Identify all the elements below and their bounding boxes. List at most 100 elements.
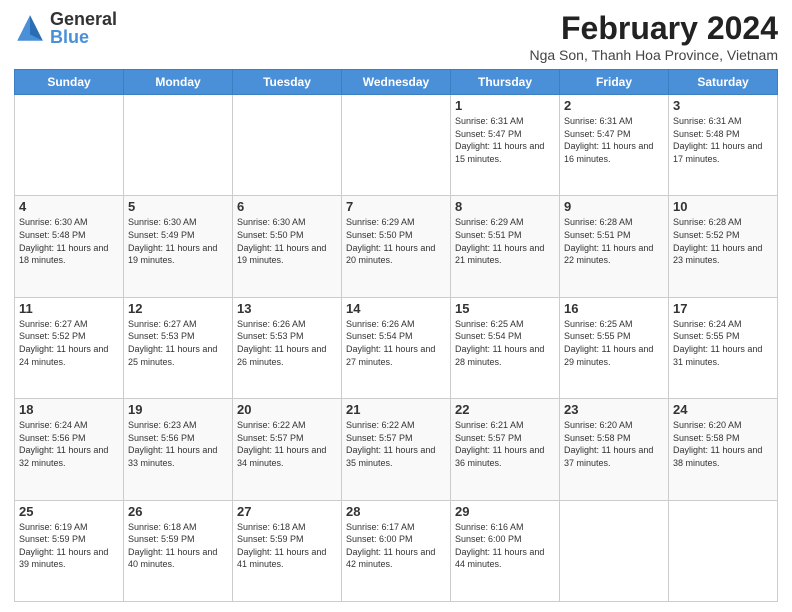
calendar-cell: 17 Sunrise: 6:24 AM Sunset: 5:55 PM Dayli…	[669, 297, 778, 398]
day-info: Sunrise: 6:31 AM Sunset: 5:47 PM Dayligh…	[455, 115, 555, 165]
logo-text: General Blue	[50, 10, 117, 46]
calendar-cell: 3 Sunrise: 6:31 AM Sunset: 5:48 PM Daylig…	[669, 95, 778, 196]
calendar-header-row: SundayMondayTuesdayWednesdayThursdayFrid…	[15, 70, 778, 95]
day-header-thursday: Thursday	[451, 70, 560, 95]
day-info: Sunrise: 6:24 AM Sunset: 5:55 PM Dayligh…	[673, 318, 773, 368]
day-info: Sunrise: 6:26 AM Sunset: 5:54 PM Dayligh…	[346, 318, 446, 368]
day-info: Sunrise: 6:27 AM Sunset: 5:52 PM Dayligh…	[19, 318, 119, 368]
calendar-cell: 5 Sunrise: 6:30 AM Sunset: 5:49 PM Daylig…	[124, 196, 233, 297]
day-info: Sunrise: 6:25 AM Sunset: 5:55 PM Dayligh…	[564, 318, 664, 368]
day-number: 22	[455, 402, 555, 417]
calendar-cell: 16Sunrise: 6:25 AM Sunset: 5:55 PM Dayli…	[560, 297, 669, 398]
day-info: Sunrise: 6:17 AM Sunset: 6:00 PM Dayligh…	[346, 521, 446, 571]
day-number: 5	[128, 199, 228, 214]
calendar-cell	[124, 95, 233, 196]
logo: General Blue	[14, 10, 117, 46]
calendar-cell: 15 Sunrise: 6:25 AM Sunset: 5:54 PM Dayli…	[451, 297, 560, 398]
day-info: Sunrise: 6:22 AM Sunset: 5:57 PM Dayligh…	[237, 419, 337, 469]
day-number: 27	[237, 504, 337, 519]
day-number: 23	[564, 402, 664, 417]
calendar-cell: 1Sunrise: 6:31 AM Sunset: 5:47 PM Daylig…	[451, 95, 560, 196]
calendar-cell: 8Sunrise: 6:29 AM Sunset: 5:51 PM Daylig…	[451, 196, 560, 297]
day-number: 25	[19, 504, 119, 519]
calendar-cell: 29 Sunrise: 6:16 AM Sunset: 6:00 PM Dayli…	[451, 500, 560, 601]
day-number: 15	[455, 301, 555, 316]
day-info: Sunrise: 6:23 AM Sunset: 5:56 PM Dayligh…	[128, 419, 228, 469]
day-info: Sunrise: 6:31 AM Sunset: 5:47 PM Dayligh…	[564, 115, 664, 165]
day-info: Sunrise: 6:30 AM Sunset: 5:50 PM Dayligh…	[237, 216, 337, 266]
day-number: 17	[673, 301, 773, 316]
calendar-cell: 28 Sunrise: 6:17 AM Sunset: 6:00 PM Dayli…	[342, 500, 451, 601]
logo-icon	[14, 12, 46, 44]
location: Nga Son, Thanh Hoa Province, Vietnam	[529, 47, 778, 63]
calendar-cell: 22 Sunrise: 6:21 AM Sunset: 5:57 PM Dayli…	[451, 399, 560, 500]
day-number: 18	[19, 402, 119, 417]
calendar-week-0: 1Sunrise: 6:31 AM Sunset: 5:47 PM Daylig…	[15, 95, 778, 196]
day-number: 19	[128, 402, 228, 417]
day-info: Sunrise: 6:28 AM Sunset: 5:52 PM Dayligh…	[673, 216, 773, 266]
calendar-cell: 26Sunrise: 6:18 AM Sunset: 5:59 PM Dayli…	[124, 500, 233, 601]
day-info: Sunrise: 6:27 AM Sunset: 5:53 PM Dayligh…	[128, 318, 228, 368]
calendar-cell: 14 Sunrise: 6:26 AM Sunset: 5:54 PM Dayli…	[342, 297, 451, 398]
calendar-week-1: 4 Sunrise: 6:30 AM Sunset: 5:48 PM Daylig…	[15, 196, 778, 297]
calendar-cell: 9 Sunrise: 6:28 AM Sunset: 5:51 PM Daylig…	[560, 196, 669, 297]
day-info: Sunrise: 6:16 AM Sunset: 6:00 PM Dayligh…	[455, 521, 555, 571]
calendar-cell	[669, 500, 778, 601]
day-info: Sunrise: 6:25 AM Sunset: 5:54 PM Dayligh…	[455, 318, 555, 368]
day-info: Sunrise: 6:30 AM Sunset: 5:49 PM Dayligh…	[128, 216, 228, 266]
day-info: Sunrise: 6:22 AM Sunset: 5:57 PM Dayligh…	[346, 419, 446, 469]
day-info: Sunrise: 6:19 AM Sunset: 5:59 PM Dayligh…	[19, 521, 119, 571]
day-info: Sunrise: 6:18 AM Sunset: 5:59 PM Dayligh…	[237, 521, 337, 571]
day-info: Sunrise: 6:29 AM Sunset: 5:51 PM Dayligh…	[455, 216, 555, 266]
day-number: 29	[455, 504, 555, 519]
month-year: February 2024	[529, 10, 778, 47]
day-number: 24	[673, 402, 773, 417]
day-info: Sunrise: 6:31 AM Sunset: 5:48 PM Dayligh…	[673, 115, 773, 165]
calendar-cell: 10Sunrise: 6:28 AM Sunset: 5:52 PM Dayli…	[669, 196, 778, 297]
day-header-saturday: Saturday	[669, 70, 778, 95]
day-number: 4	[19, 199, 119, 214]
logo-general: General	[50, 10, 117, 28]
calendar-cell: 24 Sunrise: 6:20 AM Sunset: 5:58 PM Dayli…	[669, 399, 778, 500]
day-info: Sunrise: 6:26 AM Sunset: 5:53 PM Dayligh…	[237, 318, 337, 368]
day-header-friday: Friday	[560, 70, 669, 95]
calendar-cell: 6Sunrise: 6:30 AM Sunset: 5:50 PM Daylig…	[233, 196, 342, 297]
day-info: Sunrise: 6:29 AM Sunset: 5:50 PM Dayligh…	[346, 216, 446, 266]
calendar-cell	[15, 95, 124, 196]
day-number: 2	[564, 98, 664, 113]
calendar-cell: 13 Sunrise: 6:26 AM Sunset: 5:53 PM Dayli…	[233, 297, 342, 398]
calendar-week-2: 11Sunrise: 6:27 AM Sunset: 5:52 PM Dayli…	[15, 297, 778, 398]
calendar-cell: 12 Sunrise: 6:27 AM Sunset: 5:53 PM Dayli…	[124, 297, 233, 398]
day-info: Sunrise: 6:21 AM Sunset: 5:57 PM Dayligh…	[455, 419, 555, 469]
day-info: Sunrise: 6:20 AM Sunset: 5:58 PM Dayligh…	[564, 419, 664, 469]
day-header-sunday: Sunday	[15, 70, 124, 95]
calendar-cell	[560, 500, 669, 601]
calendar-cell: 18 Sunrise: 6:24 AM Sunset: 5:56 PM Dayli…	[15, 399, 124, 500]
day-number: 14	[346, 301, 446, 316]
day-number: 9	[564, 199, 664, 214]
day-info: Sunrise: 6:20 AM Sunset: 5:58 PM Dayligh…	[673, 419, 773, 469]
day-header-monday: Monday	[124, 70, 233, 95]
calendar-cell: 7 Sunrise: 6:29 AM Sunset: 5:50 PM Daylig…	[342, 196, 451, 297]
day-number: 28	[346, 504, 446, 519]
calendar-cell: 25 Sunrise: 6:19 AM Sunset: 5:59 PM Dayli…	[15, 500, 124, 601]
calendar-cell: 27 Sunrise: 6:18 AM Sunset: 5:59 PM Dayli…	[233, 500, 342, 601]
calendar-cell	[342, 95, 451, 196]
day-info: Sunrise: 6:24 AM Sunset: 5:56 PM Dayligh…	[19, 419, 119, 469]
logo-blue: Blue	[50, 28, 117, 46]
day-number: 21	[346, 402, 446, 417]
header: General Blue February 2024 Nga Son, Than…	[14, 10, 778, 63]
calendar-cell: 2 Sunrise: 6:31 AM Sunset: 5:47 PM Daylig…	[560, 95, 669, 196]
day-number: 13	[237, 301, 337, 316]
day-header-tuesday: Tuesday	[233, 70, 342, 95]
calendar-week-4: 25 Sunrise: 6:19 AM Sunset: 5:59 PM Dayli…	[15, 500, 778, 601]
day-info: Sunrise: 6:28 AM Sunset: 5:51 PM Dayligh…	[564, 216, 664, 266]
day-number: 12	[128, 301, 228, 316]
day-number: 7	[346, 199, 446, 214]
calendar-cell: 4 Sunrise: 6:30 AM Sunset: 5:48 PM Daylig…	[15, 196, 124, 297]
day-info: Sunrise: 6:30 AM Sunset: 5:48 PM Dayligh…	[19, 216, 119, 266]
day-number: 26	[128, 504, 228, 519]
day-number: 3	[673, 98, 773, 113]
day-number: 20	[237, 402, 337, 417]
calendar-cell: 20 Sunrise: 6:22 AM Sunset: 5:57 PM Dayli…	[233, 399, 342, 500]
